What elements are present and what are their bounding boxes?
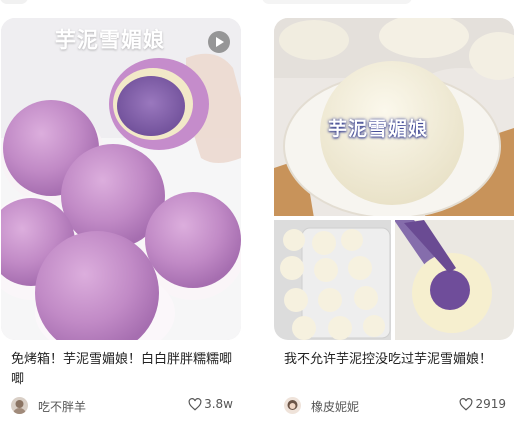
note-cover-image[interactable]: 芋泥雪媚娘 xyxy=(274,18,514,340)
note-meta: 吃不胖羊 3.8w xyxy=(11,397,241,415)
cover-overlay-title: 芋泥雪媚娘 xyxy=(328,118,429,140)
top-partial-bar xyxy=(0,0,515,8)
like-count[interactable]: 2919 xyxy=(459,397,506,411)
cover-overlay-title: 芋泥雪媚娘 xyxy=(55,28,165,52)
partial-tab[interactable] xyxy=(0,0,28,4)
heart-outline-icon[interactable] xyxy=(459,398,473,411)
like-count-value: 2919 xyxy=(475,397,506,411)
author-name[interactable]: 吃不胖羊 xyxy=(38,398,86,415)
heart-outline-icon[interactable] xyxy=(188,398,202,411)
like-count[interactable]: 3.8w xyxy=(188,397,233,411)
note-card-2[interactable]: 芋泥雪媚娘 我不允许芋泥控没吃过芋泥雪媚娘！ 橡皮妮妮 2919 xyxy=(274,18,514,415)
note-meta: 橡皮妮妮 2919 xyxy=(284,397,514,415)
mochi-collage-photo xyxy=(274,18,514,340)
author-name[interactable]: 橡皮妮妮 xyxy=(311,398,359,415)
note-cover-image[interactable]: 芋泥雪媚娘 xyxy=(1,18,241,340)
mochi-photo xyxy=(1,18,241,340)
partial-search[interactable] xyxy=(262,0,412,4)
avatar-image xyxy=(284,397,301,414)
note-card-1[interactable]: 芋泥雪媚娘 免烤箱！芋泥雪媚娘！白白胖胖糯糯唧唧 吃不胖羊 3.8w xyxy=(1,18,241,415)
play-icon xyxy=(208,31,230,53)
avatar[interactable] xyxy=(11,397,28,414)
note-title[interactable]: 我不允许芋泥控没吃过芋泥雪媚娘！ xyxy=(284,350,510,390)
avatar-image xyxy=(11,397,28,414)
note-title[interactable]: 免烤箱！芋泥雪媚娘！白白胖胖糯糯唧唧 xyxy=(11,350,237,390)
like-count-value: 3.8w xyxy=(204,397,233,411)
avatar[interactable] xyxy=(284,397,301,414)
